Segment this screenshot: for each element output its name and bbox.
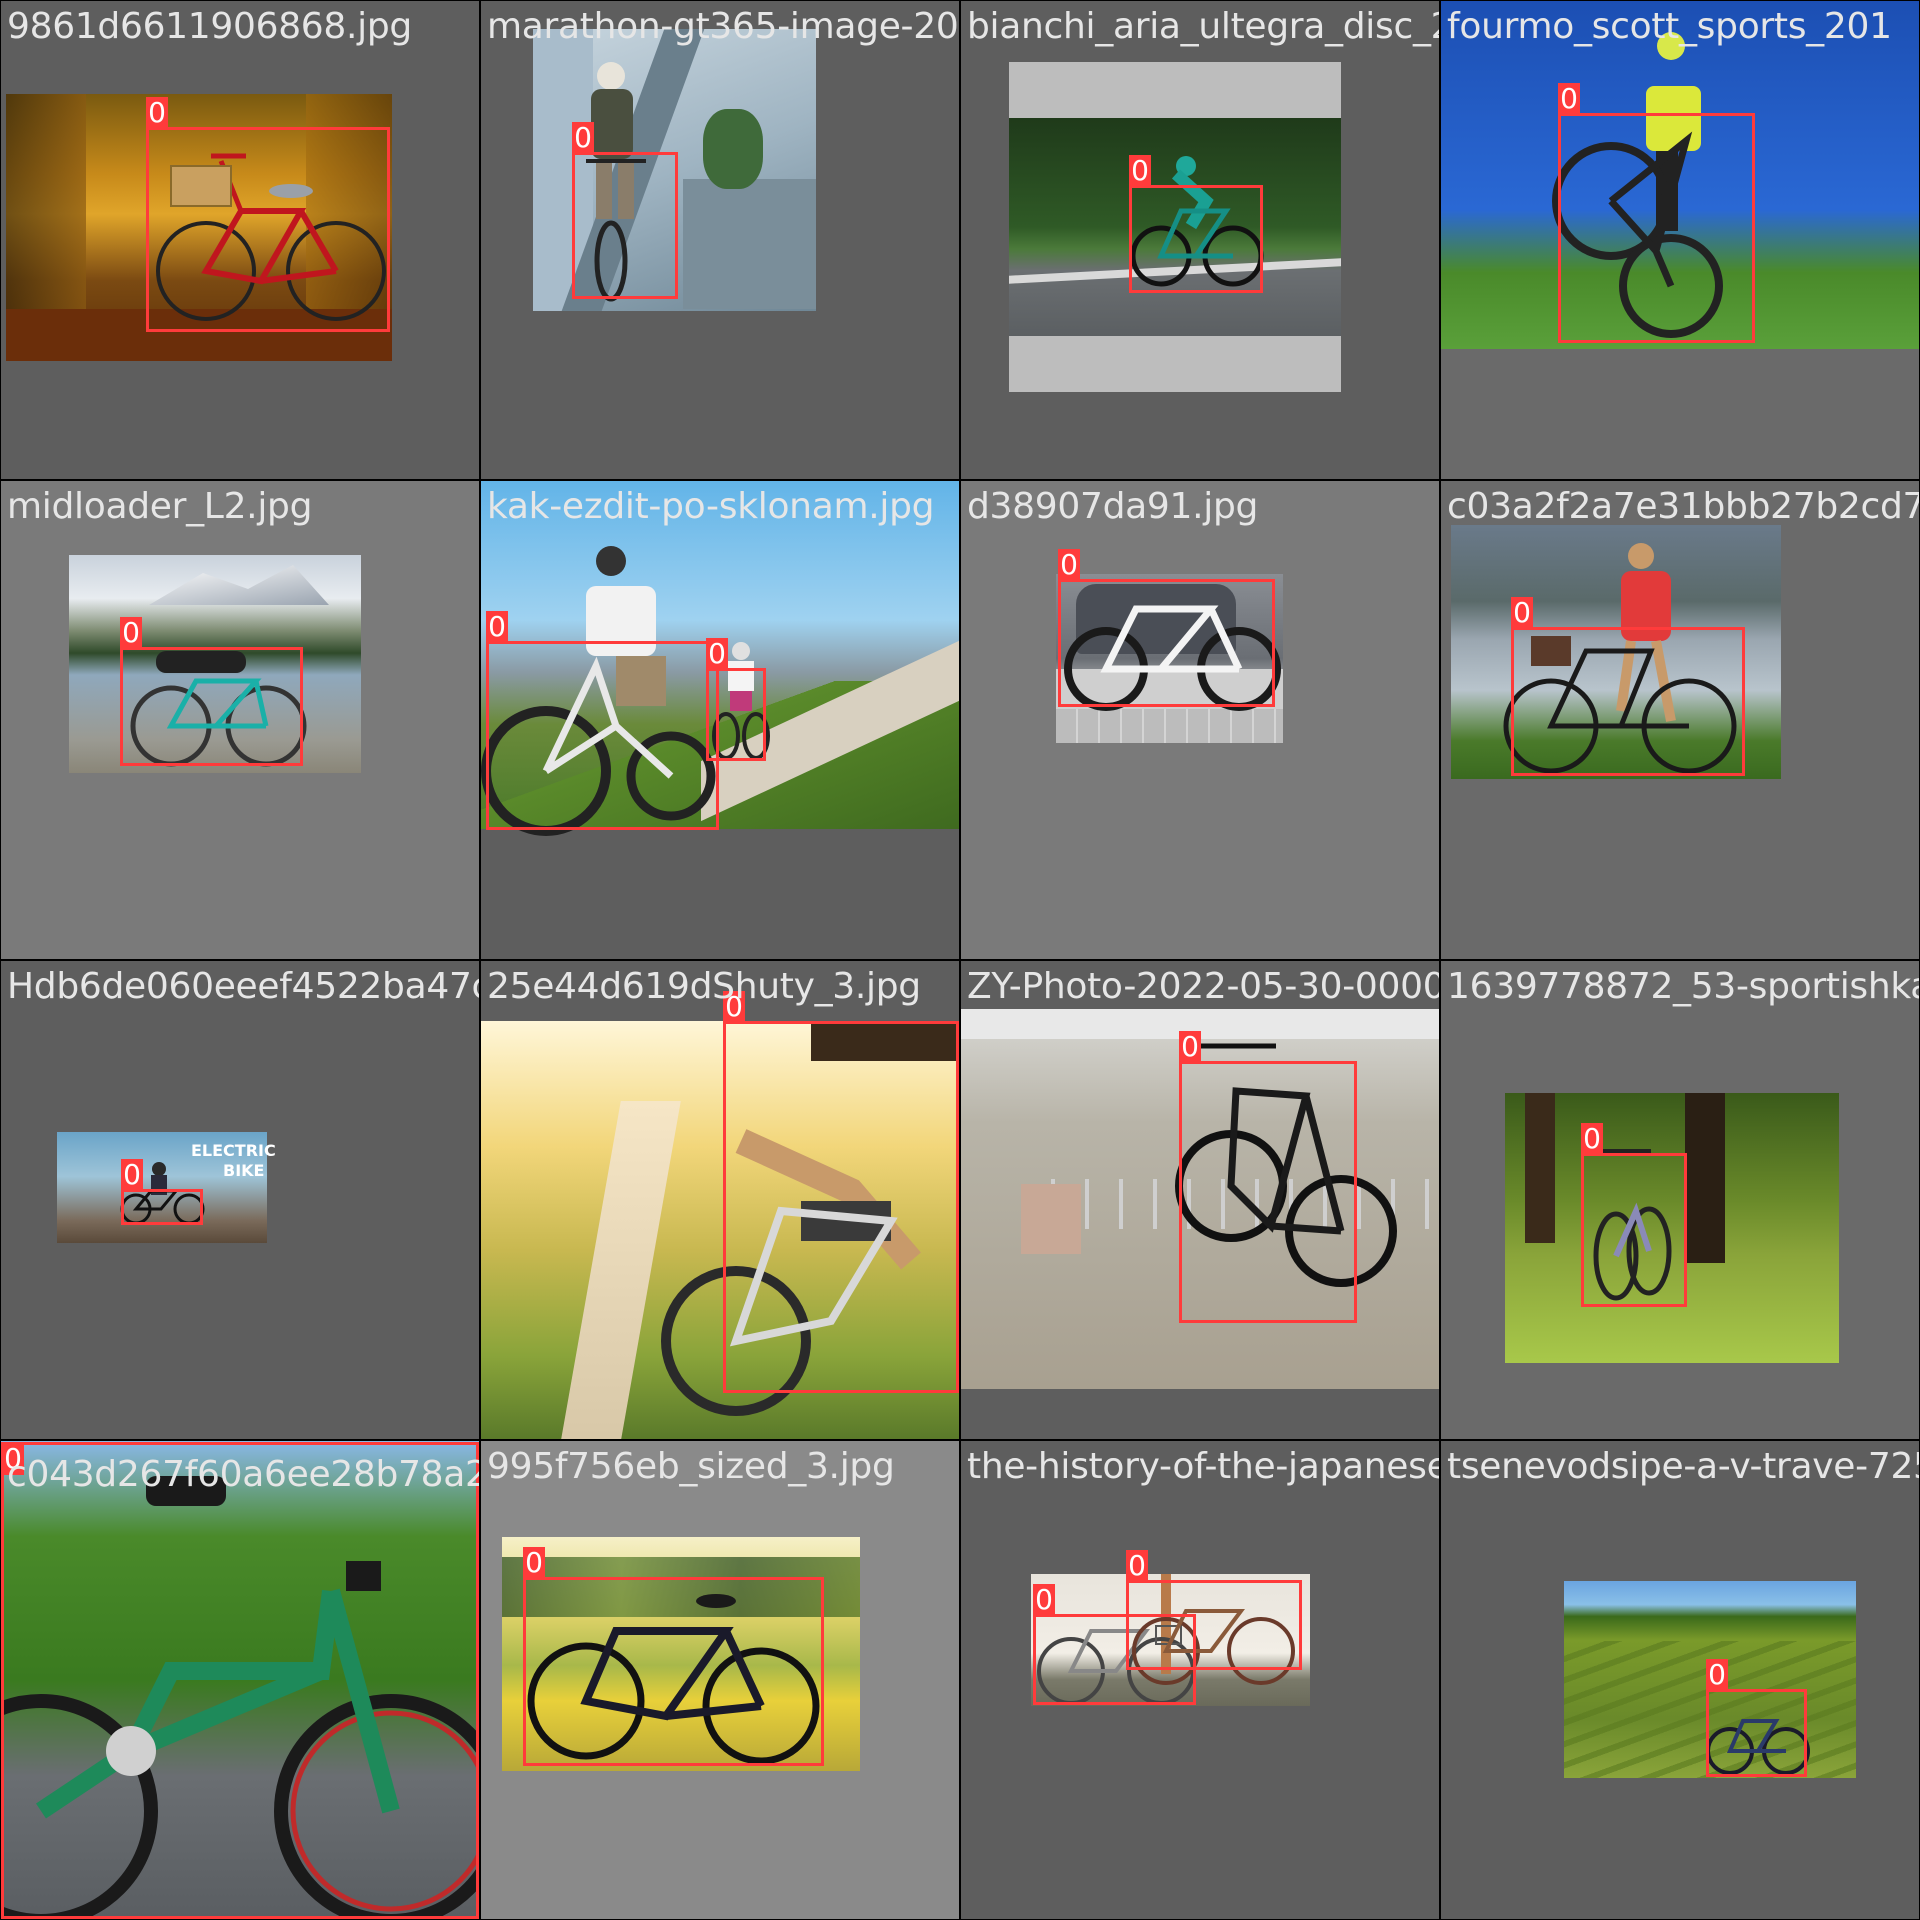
class-label: 0 — [572, 122, 594, 154]
detection-box: 0 — [1179, 1031, 1357, 1323]
class-label: 0 — [1129, 155, 1151, 187]
detection-box: 0 — [1126, 1550, 1302, 1670]
tile-filename: 9861d6611906868.jpg — [7, 6, 412, 47]
detection-box: 0 — [1511, 597, 1745, 776]
class-label: 0 — [1126, 1550, 1148, 1582]
tile-6[interactable]: 0 0 kak-ezdit-po-sklonam.jpg — [481, 481, 959, 959]
tile-filename: bianchi_aria_ultegra_disc_2020_frame — [967, 6, 1439, 47]
class-label: 0 — [146, 97, 168, 129]
tile-16[interactable]: 0 tsenevodsipe-a-v-trave-725 — [1441, 1441, 1919, 1919]
detection-box: 0 — [1581, 1123, 1687, 1307]
class-label: 0 — [486, 611, 508, 643]
tile-filename: c043d267f60a6ee28b78a2e — [7, 1454, 479, 1495]
tile-7[interactable]: 0 d38907da91.jpg — [961, 481, 1439, 959]
tile-13[interactable]: 0 c043d267f60a6ee28b78a2e — [1, 1441, 479, 1919]
tile-filename: 995f756eb_sized_3.jpg — [487, 1446, 895, 1487]
tile-12[interactable]: 0 1639778872_53-sportishka- — [1441, 961, 1919, 1439]
detection-box: 0 — [723, 991, 959, 1393]
detection-box: 0 — [120, 617, 303, 766]
detection-box: 0 — [572, 122, 678, 299]
image-mosaic: 0 9861d6611906868.jpg 0 marathon-gt365-i… — [0, 0, 1920, 1920]
tile-10[interactable]: 0 25e44d619dShuty_3.jpg — [481, 961, 959, 1439]
tile-filename: the-history-of-the-japanese-bicycle — [967, 1446, 1439, 1487]
detection-box: 0 — [1, 1442, 479, 1919]
tile-5[interactable]: 0 midloader_L2.jpg — [1, 481, 479, 959]
detection-box: 0 — [486, 611, 719, 830]
class-label: 0 — [706, 638, 728, 670]
class-label: 0 — [1558, 83, 1580, 115]
tile-3[interactable]: 0 bianchi_aria_ultegra_disc_2020_frame — [961, 1, 1439, 479]
detection-box: 0 — [1129, 155, 1263, 293]
class-label: 0 — [120, 617, 142, 649]
detection-box: 0 — [1706, 1659, 1807, 1777]
detection-box: 0 — [121, 1159, 203, 1225]
tile-filename: marathon-gt365-image-2016.jpg — [487, 6, 959, 47]
banner-line2: BIKE — [223, 1161, 265, 1180]
tile-14[interactable]: 0 995f756eb_sized_3.jpg — [481, 1441, 959, 1919]
tile-9[interactable]: ELECTRIC BIKE 0 Hdb6de060eeef4522ba47c6 — [1, 961, 479, 1439]
tile-filename: d38907da91.jpg — [967, 486, 1259, 527]
tile-filename: 25e44d619dShuty_3.jpg — [487, 966, 921, 1007]
tile-2[interactable]: 0 marathon-gt365-image-2016.jpg — [481, 1, 959, 479]
tile-filename: midloader_L2.jpg — [7, 486, 313, 527]
tile-15[interactable]: 0 0 the-history-of-the-japanese-bicycle — [961, 1441, 1439, 1919]
detection-box: 0 — [146, 97, 390, 332]
tile-8[interactable]: 0 c03a2f2a7e31bbb27b2cd77 — [1441, 481, 1919, 959]
tile-1[interactable]: 0 9861d6611906868.jpg — [1, 1, 479, 479]
class-label: 0 — [121, 1159, 143, 1191]
tile-4[interactable]: 0 fourmo_scott_sports_201 — [1441, 1, 1919, 479]
tile-filename: kak-ezdit-po-sklonam.jpg — [487, 486, 935, 527]
detection-box: 0 — [1558, 83, 1755, 343]
class-label: 0 — [523, 1547, 545, 1579]
banner-line1: ELECTRIC — [191, 1141, 276, 1160]
class-label: 0 — [1511, 597, 1533, 629]
class-label: 0 — [1706, 1659, 1728, 1691]
class-label: 0 — [1179, 1031, 1201, 1063]
detection-box: 0 — [523, 1547, 824, 1766]
tile-11[interactable]: 0 ZY-Photo-2022-05-30-000001 — [961, 961, 1439, 1439]
tile-filename: fourmo_scott_sports_201 — [1447, 6, 1892, 47]
class-label: 0 — [1058, 549, 1080, 581]
tile-filename: 1639778872_53-sportishka- — [1447, 966, 1919, 1007]
tile-filename: ZY-Photo-2022-05-30-000001 — [967, 966, 1439, 1007]
detection-box: 0 — [1058, 549, 1275, 707]
tile-filename: tsenevodsipe-a-v-trave-725 — [1447, 1446, 1919, 1487]
tile-filename: Hdb6de060eeef4522ba47c6 — [7, 966, 479, 1007]
class-label: 0 — [1581, 1123, 1603, 1155]
class-label: 0 — [1033, 1584, 1055, 1616]
tile-filename: c03a2f2a7e31bbb27b2cd77 — [1447, 486, 1919, 527]
detection-box: 0 — [706, 638, 766, 761]
